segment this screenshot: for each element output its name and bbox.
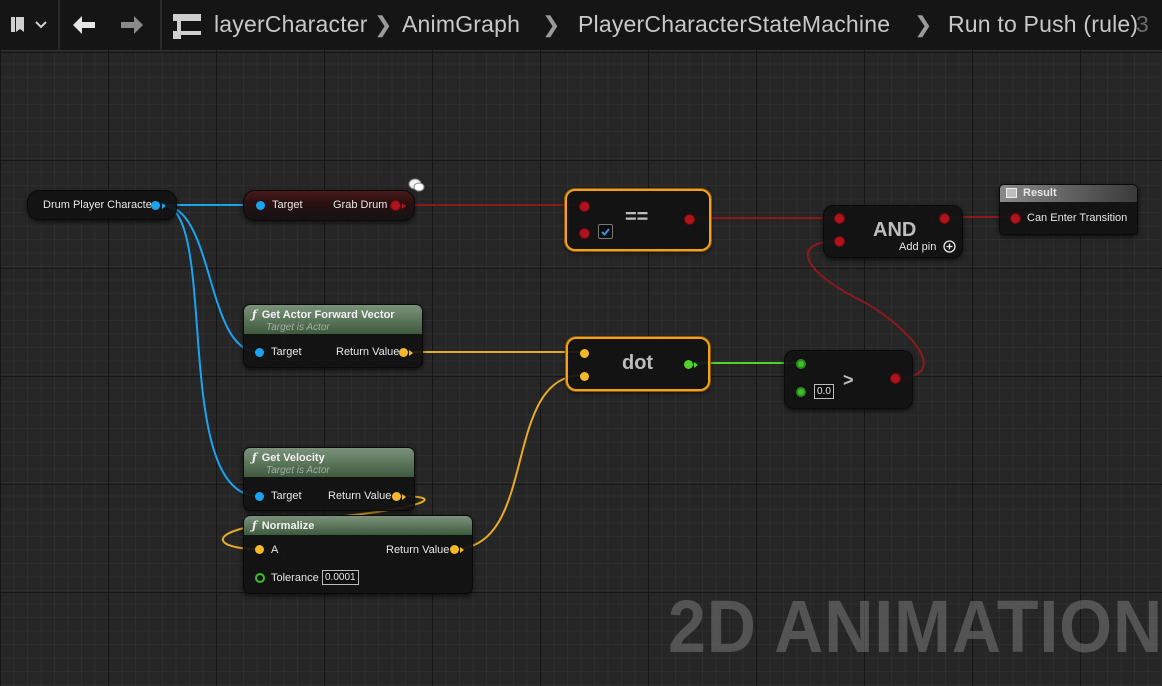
- vector-input-pin-a[interactable]: [580, 349, 589, 358]
- node-greater-than[interactable]: 0.0 >: [784, 350, 913, 409]
- vector-output-pin[interactable]: [450, 545, 459, 554]
- forward-arrow-icon[interactable]: [118, 12, 146, 38]
- vector-input-pin-a[interactable]: [255, 545, 264, 554]
- tolerance-input[interactable]: 0.0001: [322, 570, 359, 585]
- pin-arrow-icon: [402, 494, 406, 500]
- result-icon: [1006, 188, 1017, 198]
- vector-input-pin-b[interactable]: [580, 372, 589, 381]
- chevron-right-icon: ❯: [374, 12, 393, 37]
- float-input-pin-a[interactable]: [796, 359, 806, 369]
- back-arrow-icon[interactable]: [70, 12, 98, 38]
- target-input-pin[interactable]: [255, 348, 264, 357]
- node-subtitle: Target is Actor: [266, 322, 330, 333]
- node-header: ƒ Get Actor Forward Vector Target is Acto…: [244, 305, 422, 334]
- target-label: Target: [271, 346, 302, 358]
- pin-arrow-icon: [460, 547, 464, 553]
- node-and[interactable]: AND Add pin: [823, 205, 963, 258]
- bool-input-pin[interactable]: [1011, 214, 1020, 223]
- vector-output-pin[interactable]: [392, 492, 401, 501]
- checkmark-icon: [601, 228, 610, 236]
- watermark-text: 2D ANIMATION: [668, 585, 1162, 668]
- add-pin-plus-icon[interactable]: [943, 240, 956, 258]
- node-title: Get Velocity: [261, 452, 325, 464]
- and-operator: AND: [873, 219, 917, 241]
- grab-drum-label: Grab Drum: [333, 199, 388, 211]
- node-dot[interactable]: dot: [566, 337, 710, 391]
- overlay-digit: 3: [1136, 11, 1149, 37]
- bool-output-pin[interactable]: [391, 201, 400, 210]
- float-input-pin-tolerance[interactable]: [255, 573, 265, 583]
- wire-vector: [453, 374, 584, 550]
- node-grab-drum[interactable]: Target Grab Drum: [243, 190, 415, 221]
- tolerance-label: Tolerance: [271, 572, 319, 584]
- breadcrumb-item[interactable]: AnimGraph: [402, 11, 520, 38]
- pin-arrow-icon: [162, 203, 166, 209]
- function-icon: ƒ: [252, 308, 257, 321]
- float-default-input[interactable]: 0.0: [814, 384, 834, 399]
- bool-input-pin-a[interactable]: [835, 214, 844, 223]
- node-normalize[interactable]: ƒ Normalize A Return Value Tolerance 0.00…: [243, 515, 473, 594]
- return-value-label: Return Value: [386, 544, 450, 556]
- chevron-right-icon: ❯: [914, 12, 933, 37]
- comment-bubble-icon[interactable]: [407, 177, 425, 198]
- function-icon: ƒ: [252, 519, 257, 532]
- pin-arrow-icon: [402, 203, 406, 209]
- breadcrumb-item[interactable]: PlayerCharacterStateMachine: [578, 11, 890, 38]
- toolbar-divider: [160, 0, 162, 50]
- node-title: Get Actor Forward Vector: [261, 309, 395, 321]
- dot-operator: dot: [622, 352, 654, 374]
- node-header: ƒ Get Velocity Target is Actor: [244, 448, 414, 477]
- greater-than-operator: >: [843, 370, 854, 390]
- chevron-down-icon[interactable]: [31, 15, 51, 35]
- result-header: Result: [1000, 185, 1137, 202]
- add-pin-label[interactable]: Add pin: [899, 241, 936, 253]
- target-label: Target: [271, 490, 302, 502]
- node-drum-player-character[interactable]: Drum Player Character: [27, 190, 177, 220]
- hierarchy-icon[interactable]: [170, 12, 204, 40]
- can-enter-transition-label: Can Enter Transition: [1027, 212, 1128, 224]
- bool-input-pin-a[interactable]: [580, 202, 589, 211]
- node-label: Drum Player Character: [43, 199, 156, 211]
- bool-checkbox[interactable]: [598, 224, 613, 239]
- node-get-actor-forward-vector[interactable]: ƒ Get Actor Forward Vector Target is Acto…: [243, 304, 423, 368]
- breadcrumb-item[interactable]: layerCharacter: [214, 11, 368, 38]
- node-header: ƒ Normalize: [244, 516, 472, 535]
- target-input-pin[interactable]: [256, 201, 265, 210]
- bool-output-pin[interactable]: [891, 374, 900, 383]
- bool-output-pin[interactable]: [685, 215, 694, 224]
- breadcrumb-current: Run to Push (rule): [948, 11, 1139, 37]
- equals-operator: ==: [625, 206, 649, 228]
- bool-input-pin-b[interactable]: [580, 229, 589, 238]
- node-equals[interactable]: ==: [565, 189, 711, 251]
- bookmark-icon[interactable]: [8, 15, 28, 35]
- return-value-label: Return Value: [328, 490, 392, 502]
- return-value-label: Return Value: [336, 346, 400, 358]
- target-label: Target: [272, 199, 303, 211]
- toolbar-divider: [58, 0, 60, 50]
- result-title: Result: [1023, 187, 1057, 199]
- function-icon: ƒ: [252, 451, 257, 464]
- target-input-pin[interactable]: [255, 492, 264, 501]
- a-label: A: [271, 544, 279, 556]
- node-title: Normalize: [261, 520, 315, 532]
- pin-arrow-icon: [694, 362, 698, 368]
- node-get-velocity[interactable]: ƒ Get Velocity Target is Actor Target Ret…: [243, 447, 415, 511]
- bool-output-pin[interactable]: [940, 214, 949, 223]
- chevron-right-icon: ❯: [542, 12, 561, 37]
- graph-toolbar: layerCharacter ❯ AnimGraph ❯ PlayerChara…: [0, 0, 1162, 50]
- object-output-pin[interactable]: [151, 201, 160, 210]
- vector-output-pin[interactable]: [399, 348, 408, 357]
- bool-input-pin-b[interactable]: [835, 237, 844, 246]
- node-result[interactable]: Result Can Enter Transition: [999, 184, 1138, 235]
- float-output-pin[interactable]: [684, 360, 693, 369]
- pin-arrow-icon: [409, 350, 413, 356]
- float-input-pin-b[interactable]: [796, 387, 806, 397]
- node-subtitle: Target is Actor: [266, 465, 330, 476]
